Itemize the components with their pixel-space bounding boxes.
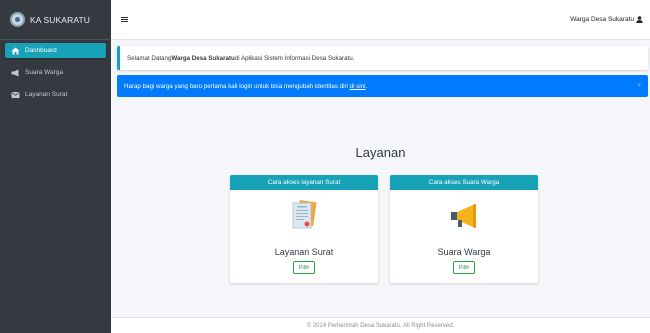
service-card-surat: Cara akses layanan Surat Layanan Surat P… (230, 175, 378, 283)
footer-text: © 2024 Pemerintah Desa Sukaratu. All Rig… (306, 322, 455, 329)
document-icon (289, 200, 319, 232)
card-header[interactable]: Cara akses layanan Surat (230, 175, 378, 190)
alert-text: Harap bagi warga yang baru pertama kali … (124, 82, 350, 90)
card-header[interactable]: Cara akses Suara Warga (390, 175, 538, 190)
profile-alert: Harap bagi warga yang baru pertama kali … (117, 75, 648, 97)
home-icon (11, 47, 20, 55)
card-label: Suara Warga (437, 247, 491, 257)
service-card-suara-warga: Cara akses Suara Warga Suara Warga Pilih (390, 175, 538, 283)
top-navbar: Warga Desa Sukaratu (111, 0, 650, 40)
brand-link[interactable]: KA SUKARATU (0, 0, 111, 40)
sidebar-item-label: Layanan Surat (25, 91, 68, 98)
close-icon[interactable]: × (637, 83, 641, 89)
sidebar-item-suara-warga[interactable]: Suara Warga (5, 65, 106, 80)
user-menu[interactable]: Warga Desa Sukaratu (570, 16, 643, 23)
menu-toggle-icon[interactable] (121, 16, 128, 23)
user-icon (636, 16, 643, 23)
welcome-suffix: di Aplikasi Sistem Informasi Desa Sukara… (234, 54, 355, 62)
sidebar-nav: Dashboard Suara Warga Layanan Surat (0, 40, 111, 112)
footer: © 2024 Pemerintah Desa Sukaratu. All Rig… (111, 317, 650, 333)
card-label: Layanan Surat (274, 247, 334, 257)
sidebar-item-label: Suara Warga (25, 69, 64, 76)
welcome-prefix: Selamat Datang (127, 54, 172, 62)
welcome-callout: Selamat Datang Warga Desa Sukaratu di Ap… (117, 46, 648, 70)
sidebar-item-layanan-surat[interactable]: Layanan Surat (5, 87, 106, 102)
megaphone-icon (449, 200, 479, 232)
services-title: Layanan (355, 145, 406, 160)
village-seal-icon (10, 12, 25, 27)
envelope-icon (11, 91, 20, 99)
select-surat-button[interactable]: Pilih (293, 261, 315, 274)
sidebar-item-label: Dashboard (25, 47, 57, 54)
megaphone-icon (11, 69, 20, 77)
alert-message: Harap bagi warga yang baru pertama kali … (124, 83, 367, 90)
brand-name: KA SUKARATU (30, 14, 90, 25)
alert-end: . (365, 82, 368, 90)
user-name: Warga Desa Sukaratu (570, 16, 634, 23)
sidebar: KA SUKARATU Dashboard Suara Warga Layana… (0, 0, 111, 333)
main-content: Selamat Datang Warga Desa Sukaratu di Ap… (111, 41, 650, 333)
welcome-name: Warga Desa Sukaratu (171, 54, 235, 62)
sidebar-item-dashboard[interactable]: Dashboard (5, 43, 106, 58)
edit-identity-link[interactable]: di sini (350, 83, 366, 90)
select-suara-warga-button[interactable]: Pilih (453, 261, 475, 274)
